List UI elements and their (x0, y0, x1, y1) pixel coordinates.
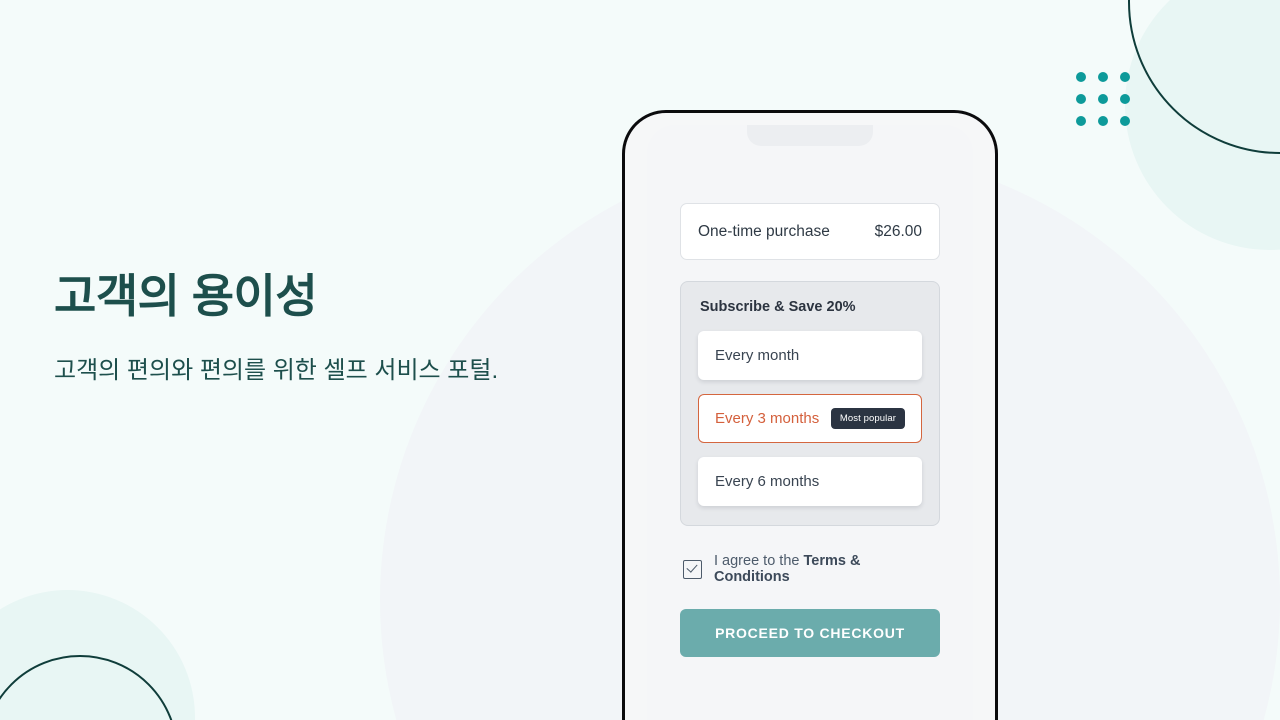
terms-prefix-text: I agree to the (714, 553, 804, 569)
dot (1098, 94, 1108, 104)
marketing-copy: 고객의 용이성 고객의 편의와 편의를 위한 셀프 서비스 포털. (54, 268, 594, 390)
phone-screen: One-time purchase $26.00 Subscribe & Sav… (647, 125, 973, 720)
page-title: 고객의 용이성 (54, 270, 318, 322)
background-outline-circle-top-right (1128, 0, 1280, 154)
dot (1076, 94, 1086, 104)
dot (1120, 116, 1130, 126)
dot (1076, 72, 1086, 82)
background-mint-circle-bottom-left (0, 590, 195, 720)
terms-agreement-label: I agree to the Terms & Conditions (714, 553, 940, 585)
background-mint-circle-top-right (1125, 0, 1280, 250)
phone-mockup: One-time purchase $26.00 Subscribe & Sav… (622, 110, 998, 720)
dot (1120, 72, 1130, 82)
plan-option-every-month[interactable]: Every month (698, 331, 922, 380)
plan-option-label: Every 3 months (715, 410, 820, 427)
subscribe-group-title: Subscribe & Save 20% (700, 299, 856, 315)
plan-option-every-3-months[interactable]: Every 3 months Most popular (698, 394, 922, 443)
dot (1120, 94, 1130, 104)
plan-option-every-6-months[interactable]: Every 6 months (698, 457, 922, 506)
checkout-app-content: One-time purchase $26.00 Subscribe & Sav… (647, 125, 973, 657)
terms-checkbox[interactable] (683, 559, 702, 579)
one-time-purchase-label: One-time purchase (698, 222, 830, 240)
subscribe-and-save-group: Subscribe & Save 20% Every month Every 3… (680, 281, 940, 526)
dot (1098, 72, 1108, 82)
plan-option-label: Every 6 months (715, 473, 820, 490)
terms-agreement-row[interactable]: I agree to the Terms & Conditions (680, 553, 940, 585)
page-subtitle: 고객의 편의와 편의를 위한 셀프 서비스 포털. (54, 356, 499, 384)
dot (1098, 116, 1108, 126)
slide-canvas: 고객의 용이성 고객의 편의와 편의를 위한 셀프 서비스 포털. One-ti… (0, 0, 1280, 720)
plan-option-label: Every month (715, 347, 800, 364)
most-popular-badge: Most popular (830, 408, 905, 429)
one-time-purchase-option[interactable]: One-time purchase $26.00 (680, 203, 940, 260)
background-outline-circle-bottom-left (0, 655, 178, 720)
proceed-to-checkout-button[interactable]: PROCEED TO CHECKOUT (680, 609, 940, 657)
dot-grid-decoration (1076, 72, 1130, 126)
one-time-purchase-price: $26.00 (874, 222, 922, 240)
dot (1076, 116, 1086, 126)
